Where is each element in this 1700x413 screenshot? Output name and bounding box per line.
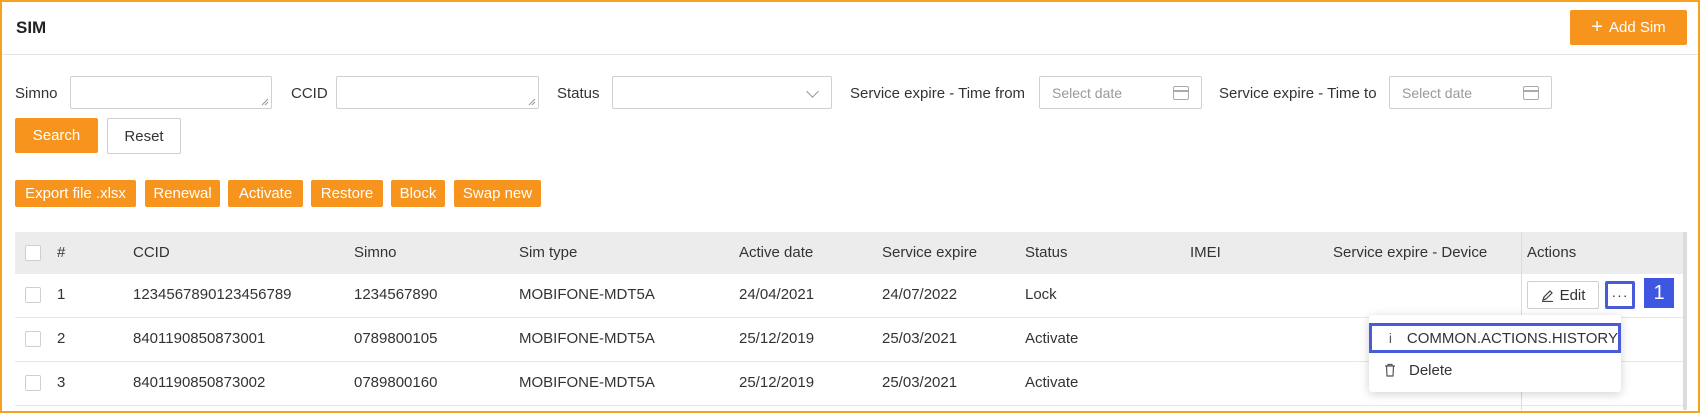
- cell-sim-type: MOBIFONE-MDT5A: [519, 374, 655, 391]
- cell-sim-type: MOBIFONE-MDT5A: [519, 286, 655, 303]
- cell-index: 2: [57, 330, 66, 347]
- row-checkbox[interactable]: [25, 287, 41, 303]
- page-title: SIM: [16, 18, 47, 37]
- swap-new-button[interactable]: Swap new: [454, 180, 541, 207]
- cell-ccid: 8401190850873001: [133, 330, 266, 347]
- cell-simno: 0789800105: [354, 330, 438, 347]
- row-checkbox[interactable]: [25, 331, 41, 347]
- header-actions: Actions: [1527, 244, 1577, 261]
- history-menu-item[interactable]: i COMMON.ACTIONS.HISTORY: [1369, 323, 1621, 353]
- header-service-expire[interactable]: Service expire: [882, 244, 977, 261]
- export-xlsx-button[interactable]: Export file .xlsx: [15, 180, 136, 207]
- time-to-datepicker[interactable]: Select date: [1389, 76, 1552, 109]
- cell-active-date: 24/04/2021: [739, 286, 815, 303]
- header-index: #: [57, 244, 66, 261]
- ccid-input[interactable]: [336, 76, 539, 109]
- search-button[interactable]: Search: [15, 118, 98, 153]
- cell-active-date: 25/12/2019: [739, 374, 815, 391]
- time-from-label: Service expire - Time from: [850, 85, 1026, 102]
- cell-service-expire: 25/03/2021: [882, 374, 958, 391]
- header-active-date[interactable]: Active date: [739, 244, 813, 261]
- header-divider: [2, 54, 1698, 55]
- cell-ccid: 1234567890123456789: [133, 286, 292, 303]
- cell-active-date: 25/12/2019: [739, 330, 815, 347]
- table-row[interactable]: 1 1234567890123456789 1234567890 MOBIFON…: [15, 274, 1687, 318]
- block-button[interactable]: Block: [391, 180, 445, 207]
- cell-service-expire: 24/07/2022: [882, 286, 958, 303]
- header-imei[interactable]: IMEI: [1190, 244, 1221, 261]
- chevron-down-icon: [806, 85, 819, 98]
- status-label: Status: [557, 85, 600, 102]
- cell-service-expire: 25/03/2021: [882, 330, 958, 347]
- cell-simno: 0789800160: [354, 374, 438, 391]
- calendar-icon: [1173, 86, 1189, 100]
- activate-button[interactable]: Activate: [228, 180, 303, 207]
- delete-label: Delete: [1409, 361, 1453, 379]
- cell-status: Activate: [1025, 330, 1079, 347]
- time-from-datepicker[interactable]: Select date: [1039, 76, 1202, 109]
- ccid-label: CCID: [291, 85, 328, 102]
- cell-simno: 1234567890: [354, 286, 438, 303]
- time-to-placeholder: Select date: [1402, 84, 1473, 101]
- time-to-label: Service expire - Time to: [1219, 85, 1377, 102]
- edit-button[interactable]: Edit: [1527, 281, 1599, 309]
- trash-icon: [1383, 363, 1397, 377]
- delete-menu-item[interactable]: Delete: [1369, 355, 1621, 385]
- header-service-expire-device[interactable]: Service expire - Device: [1333, 244, 1487, 261]
- resize-grip-icon: [261, 98, 269, 106]
- status-select[interactable]: [612, 76, 832, 109]
- calendar-icon: [1523, 86, 1539, 100]
- header-ccid[interactable]: CCID: [133, 244, 170, 261]
- row-actions-dropdown: i COMMON.ACTIONS.HISTORY Delete: [1369, 315, 1621, 392]
- restore-button[interactable]: Restore: [311, 180, 383, 207]
- more-actions-button[interactable]: ···: [1605, 281, 1635, 309]
- pencil-icon: [1541, 289, 1553, 302]
- resize-grip-icon: [528, 98, 536, 106]
- reset-button[interactable]: Reset: [107, 118, 181, 154]
- simno-label: Simno: [15, 85, 58, 102]
- horizontal-scrollbar-edge[interactable]: [1683, 232, 1687, 410]
- renewal-button[interactable]: Renewal: [145, 180, 220, 207]
- cell-status: Activate: [1025, 374, 1079, 391]
- step-badge: 1: [1644, 278, 1674, 308]
- info-icon: i: [1388, 330, 1392, 346]
- add-sim-button[interactable]: + Add Sim: [1570, 10, 1687, 45]
- cell-sim-type: MOBIFONE-MDT5A: [519, 330, 655, 347]
- table-header: # CCID Simno Sim type Active date Servic…: [15, 232, 1687, 274]
- edit-label: Edit: [1559, 286, 1586, 304]
- plus-icon: +: [1591, 15, 1603, 38]
- cell-ccid: 8401190850873002: [133, 374, 266, 391]
- row-checkbox[interactable]: [25, 375, 41, 391]
- header-simno[interactable]: Simno: [354, 244, 397, 261]
- header-status[interactable]: Status: [1025, 244, 1068, 261]
- select-all-checkbox[interactable]: [25, 245, 41, 261]
- header-sim-type[interactable]: Sim type: [519, 244, 577, 261]
- simno-input[interactable]: [70, 76, 272, 109]
- add-sim-label: Add Sim: [1608, 19, 1666, 36]
- cell-status: Lock: [1025, 286, 1057, 303]
- time-from-placeholder: Select date: [1052, 84, 1123, 101]
- history-label: COMMON.ACTIONS.HISTORY: [1406, 329, 1618, 347]
- cell-index: 1: [57, 286, 66, 303]
- cell-index: 3: [57, 374, 66, 391]
